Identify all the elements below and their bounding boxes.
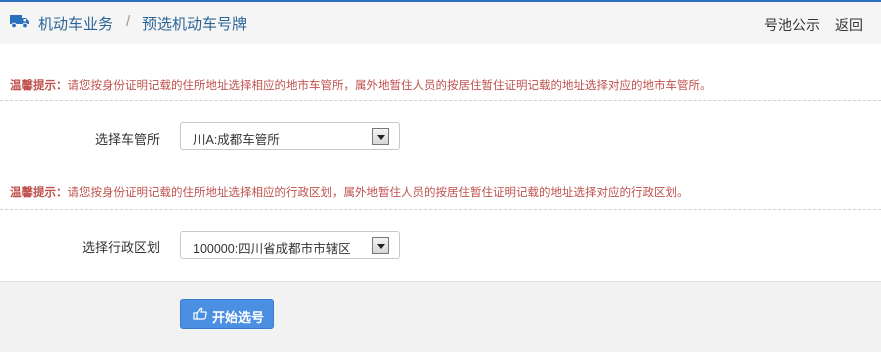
district-select-label: 选择行政区划 [81,240,160,255]
page-title: 预选机动车号牌 [142,16,248,33]
action-bar [0,281,881,352]
hand-pointer-icon [193,307,207,323]
district-tip-prefix: 温馨提示： [10,187,68,199]
office-tip-prefix: 温馨提示： [10,80,68,92]
office-tip-text: 请您按身份证明记载的住所地址选择相应的地市车管所，属外地暂住人员的按居住暂住证明… [67,80,712,92]
office-tip: 温馨提示：请您按身份证明记载的住所地址选择相应的地市车管所，属外地暂住人员的按居… [10,77,712,93]
district-select-value: 100000:四川省成都市市辖区 [193,242,351,256]
chevron-down-icon[interactable] [372,128,389,145]
district-tip-text: 请您按身份证明记载的住所地址选择相应的行政区划，属外地暂住人员的按居住暂住证明记… [67,187,689,199]
page-header: 机动车业务 / 预选机动车号牌 号池公示 返回 [0,2,881,44]
office-select-label: 选择车管所 [94,132,160,147]
district-tip: 温馨提示：请您按身份证明记载的住所地址选择相应的行政区划，属外地暂住人员的按居住… [10,184,689,200]
divider [0,100,881,101]
truck-icon [10,14,30,32]
office-select-value: 川A:成都车管所 [193,133,280,147]
back-link[interactable]: 返回 [835,15,863,35]
breadcrumb-separator: / [126,13,131,30]
breadcrumb-section[interactable]: 机动车业务 [38,13,113,34]
district-select[interactable]: 100000:四川省成都市市辖区 [180,231,400,259]
divider [0,209,881,210]
start-select-label: 开始选号 [212,310,265,325]
start-select-button[interactable]: 开始选号 [180,299,274,329]
pool-notice-link[interactable]: 号池公示 [764,15,820,35]
office-select[interactable]: 川A:成都车管所 [180,122,400,150]
chevron-down-icon[interactable] [372,237,389,254]
